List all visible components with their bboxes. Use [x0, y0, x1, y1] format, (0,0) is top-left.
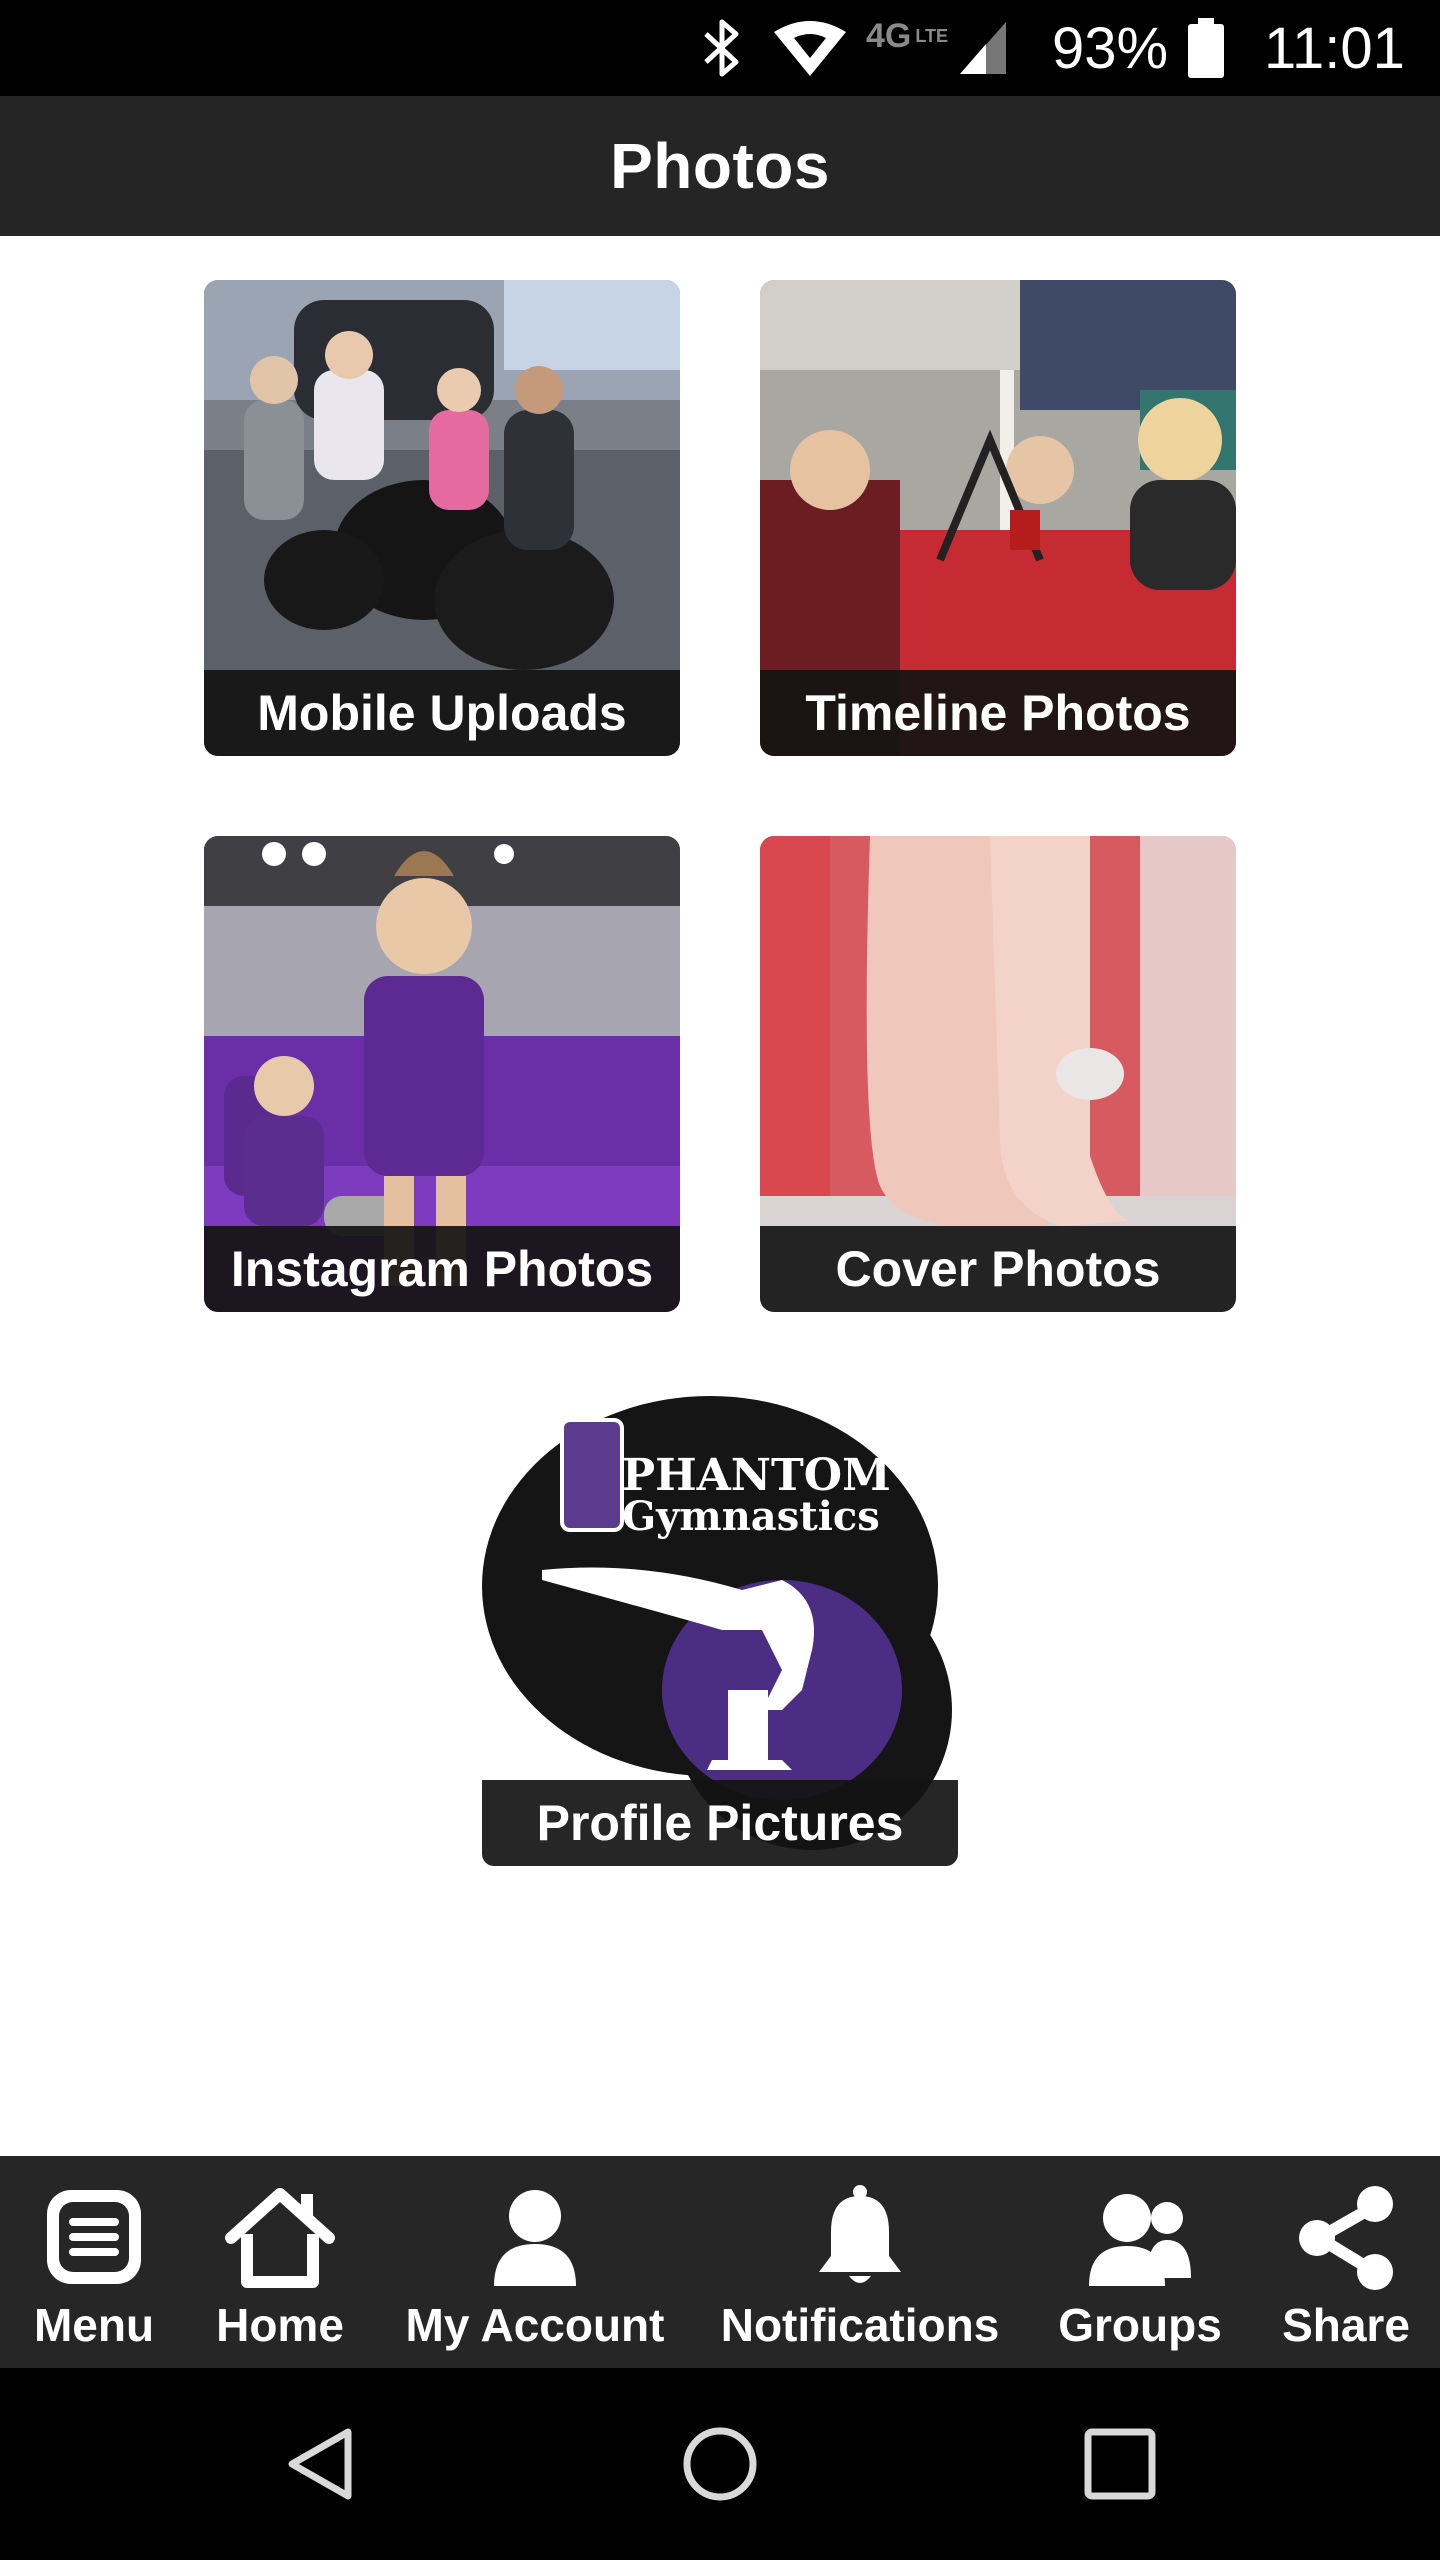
network-type: 4G LTE	[866, 16, 949, 55]
back-button[interactable]	[242, 2368, 402, 2560]
nav-label: Notifications	[720, 2299, 1000, 2351]
nav-label: Home	[216, 2299, 344, 2351]
signal-icon	[956, 0, 1010, 96]
user-icon	[494, 2190, 576, 2286]
menu-icon	[47, 2190, 141, 2284]
app-bar: Photos	[0, 96, 1440, 236]
nav-notifications[interactable]: Notifications	[710, 2156, 1010, 2368]
back-icon	[288, 2428, 352, 2500]
album-mobile-uploads[interactable]: Mobile Uploads	[204, 280, 680, 756]
album-label: Timeline Photos	[760, 670, 1236, 756]
album-label: Cover Photos	[760, 1226, 1236, 1312]
nav-groups[interactable]: Groups	[1050, 2156, 1230, 2368]
album-timeline-photos[interactable]: Timeline Photos	[760, 280, 1236, 756]
nav-label: Menu	[33, 2299, 155, 2351]
nav-menu[interactable]: Menu	[14, 2156, 174, 2368]
bottom-nav: Menu Home My Account Notifications Group…	[0, 2156, 1440, 2368]
recents-button[interactable]	[1040, 2368, 1200, 2560]
album-instagram-photos[interactable]: Instagram Photos	[204, 836, 680, 1312]
nav-label: Groups	[1058, 2299, 1222, 2351]
share-icon	[1299, 2186, 1393, 2290]
album-label: Profile Pictures	[482, 1780, 958, 1866]
system-nav-bar	[0, 2368, 1440, 2560]
clock: 11:01	[1264, 15, 1405, 81]
nav-label: My Account	[405, 2299, 665, 2351]
status-bar: 4G LTE 93% 11:01	[0, 0, 1440, 96]
photos-screen: 4G LTE 93% 11:01 Photos Mobile Uploads T…	[0, 0, 1440, 2560]
album-label: Instagram Photos	[204, 1226, 680, 1312]
bell-icon	[819, 2185, 901, 2283]
nav-my-account[interactable]: My Account	[400, 2156, 670, 2368]
groups-icon	[1089, 2194, 1191, 2286]
wifi-icon	[770, 0, 850, 96]
bluetooth-icon	[700, 0, 744, 96]
nav-label: Share	[1282, 2299, 1410, 2351]
recents-icon	[1084, 2428, 1156, 2500]
album-cover-photos[interactable]: Cover Photos	[760, 836, 1236, 1312]
home-button[interactable]	[640, 2368, 800, 2560]
nav-share[interactable]: Share	[1262, 2156, 1430, 2368]
home-circle-icon	[683, 2427, 757, 2501]
battery-percent: 93%	[1052, 15, 1169, 81]
nav-home[interactable]: Home	[200, 2156, 360, 2368]
logo-line2: Gymnastics	[622, 1493, 880, 1540]
page-title: Photos	[610, 130, 830, 202]
album-label: Mobile Uploads	[204, 670, 680, 756]
home-icon	[225, 2188, 335, 2288]
battery-icon	[1184, 0, 1228, 96]
album-profile-pictures[interactable]: PHANTOM Gymnastics Profile Pictures	[482, 1390, 958, 1866]
